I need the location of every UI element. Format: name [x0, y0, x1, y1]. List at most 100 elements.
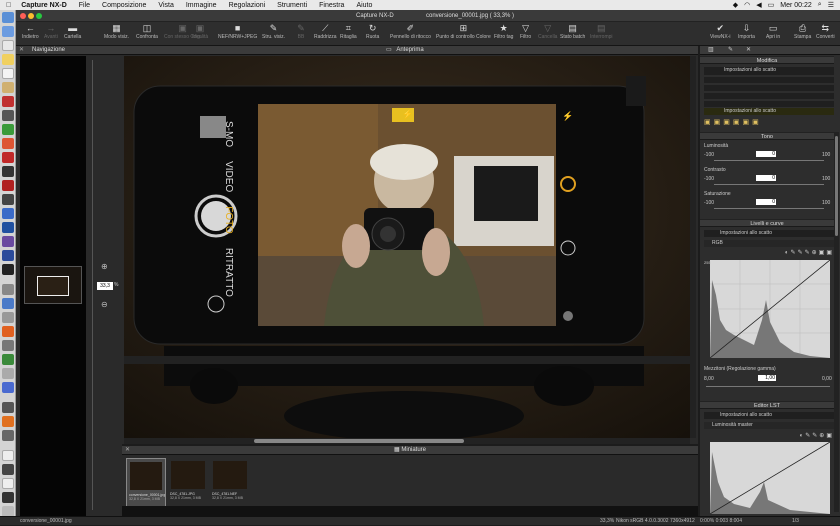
back-button[interactable]: ← Indietro — [22, 24, 39, 41]
import-button[interactable]: ⇩ Importa — [738, 24, 755, 41]
app-icon-7[interactable] — [2, 250, 14, 261]
calendar-icon[interactable] — [2, 68, 14, 79]
menu-list-icon[interactable]: ☰ — [828, 1, 834, 9]
app-icon-17[interactable] — [2, 402, 14, 413]
app-camera-icon[interactable] — [2, 110, 14, 121]
menu-app[interactable]: Capture NX-D — [17, 2, 73, 9]
forward-button[interactable]: → Avanti — [44, 24, 58, 41]
menu-composizione[interactable]: Composizione — [96, 2, 152, 9]
navigation-thumbnail[interactable] — [24, 266, 82, 304]
adjust-scroll-thumb[interactable] — [835, 136, 838, 236]
app-icon-9[interactable] — [2, 284, 14, 295]
contrast-value[interactable]: 0 — [756, 175, 776, 181]
messages-icon[interactable] — [2, 124, 14, 135]
view-tools-button[interactable]: ✎ Stru. visiz. — [262, 24, 285, 41]
thumb-item[interactable]: DSC_4781.NEF 32,8 X 21mm, 3 MB — [210, 458, 250, 508]
app-icon-15[interactable] — [2, 368, 14, 379]
menu-file[interactable]: File — [73, 2, 96, 9]
acrobat-icon[interactable] — [2, 180, 14, 191]
app-icon-12[interactable] — [2, 326, 14, 337]
rotate-button[interactable]: ↻ Ruota — [366, 24, 379, 41]
levels-preset-select[interactable]: Impostazioni allo scatto — [704, 230, 834, 237]
close-window-button[interactable] — [20, 13, 26, 19]
finder-icon[interactable] — [2, 12, 14, 23]
straighten-button[interactable]: ⟋ Raddrizza — [314, 24, 337, 41]
search-icon[interactable]: ⌕ — [818, 1, 822, 9]
ideal-button[interactable]: ▣ Idealità — [192, 24, 208, 41]
app-icon-1[interactable] — [2, 152, 14, 163]
view-mode-button[interactable]: ▦ Modo visiz. — [104, 24, 129, 41]
dropbox-icon[interactable]: ◆ — [733, 1, 738, 9]
nef-jpeg-button[interactable]: ■ NEF/NRW+JPEG — [218, 24, 257, 41]
volume-icon[interactable]: ◀ — [756, 1, 761, 9]
preview-vscroll[interactable] — [690, 56, 696, 438]
midtones-slider[interactable] — [706, 386, 830, 387]
menu-finestra[interactable]: Finestra — [313, 2, 350, 9]
adjust-slot-2[interactable] — [704, 85, 834, 91]
filter-button[interactable]: ▽ Filtro — [520, 24, 531, 41]
menu-aiuto[interactable]: Aiuto — [350, 2, 378, 9]
app-icon-18[interactable] — [2, 430, 14, 441]
preview-hscroll-thumb[interactable] — [254, 439, 464, 443]
saturation-value[interactable]: 0 — [756, 199, 776, 205]
menu-immagine[interactable]: Immagine — [180, 2, 223, 9]
histogram[interactable] — [709, 259, 831, 359]
notes-icon[interactable] — [2, 54, 14, 65]
open-in-button[interactable]: ▭ Apri in — [766, 24, 780, 41]
lst-channel-select[interactable]: Luminosità master — [704, 422, 834, 429]
close-icon[interactable]: ✕ — [19, 46, 24, 55]
brush-button[interactable]: ✐ Pennello di ritocco — [390, 24, 431, 41]
launchpad-icon[interactable] — [2, 26, 14, 37]
convert-button[interactable]: ⇆ Converti — [816, 24, 835, 41]
contacts-icon[interactable] — [2, 82, 14, 93]
zoom-out-icon[interactable]: ⊖ — [101, 300, 108, 309]
viewnx-button[interactable]: ✔ ViewNX-i — [710, 24, 730, 41]
tab-metadata-icon[interactable]: ▥ — [708, 46, 714, 53]
menu-regolazioni[interactable]: Regolazioni — [223, 2, 272, 9]
tab-edit-icon[interactable]: ✎ — [728, 46, 733, 53]
app-icon-6[interactable] — [2, 236, 14, 247]
zoom-value[interactable]: 33,3 — [97, 282, 113, 290]
color-point-button[interactable]: ⊞ Punto di controllo Colore — [436, 24, 491, 41]
luminosity-value[interactable]: 0 — [756, 151, 776, 157]
folder-button[interactable]: ▬ Cartella — [64, 24, 81, 41]
adjust-slot-4[interactable] — [704, 101, 834, 107]
channel-select[interactable]: RGB — [704, 240, 834, 247]
compare-button[interactable]: ◫ Confronta — [136, 24, 158, 41]
app-icon-2[interactable] — [2, 166, 14, 177]
adjust-preset-select[interactable]: Impostazioni allo scatto — [704, 67, 834, 75]
minimize-window-button[interactable] — [28, 13, 34, 19]
app-icon-4[interactable] — [2, 208, 14, 219]
apple-icon[interactable]:  — [0, 2, 17, 9]
thumb-item[interactable]: conversione_00001.jpg 32,8 X 21mm, 3 MB — [126, 458, 166, 508]
zoom-window-button[interactable] — [36, 13, 42, 19]
app-icon-14[interactable] — [2, 354, 14, 365]
adjust-slot-1[interactable] — [704, 77, 834, 83]
app-icon-10[interactable] — [2, 298, 14, 309]
delete-button[interactable]: ▽ Cancella — [538, 24, 557, 41]
zoom-track[interactable] — [92, 60, 93, 510]
adjust-preset-2[interactable]: Impostazioni allo scatto — [704, 108, 834, 115]
levels-tool-icons[interactable]: ◐✎✎✎⊕▣▣ — [704, 249, 834, 256]
safari-icon[interactable] — [2, 40, 14, 51]
lst-tool-icons[interactable]: ◐✎✎⊕▣ — [704, 432, 834, 439]
app-icon-5[interactable] — [2, 222, 14, 233]
app-icon-3[interactable] — [2, 194, 14, 205]
adjust-tool-icons[interactable]: ▣▣▣▣▣▣ — [704, 118, 834, 126]
menu-vista[interactable]: Vista — [152, 2, 179, 9]
contrast-slider[interactable] — [714, 184, 824, 185]
app-icon-13[interactable] — [2, 340, 14, 351]
adjust-slot-3[interactable] — [704, 93, 834, 99]
tab-tools-icon[interactable]: ✕ — [746, 46, 751, 53]
preview-image[interactable]: S-MO VIDEO FOTO RITRATTO ⚡ ⚡ — [124, 56, 690, 438]
doc-icon-1[interactable] — [2, 450, 14, 461]
preview-hscroll[interactable] — [124, 438, 690, 444]
tag-filter-button[interactable]: ★ Filtro tag — [494, 24, 513, 41]
image-icon-1[interactable] — [2, 464, 14, 475]
chrome-icon[interactable] — [2, 138, 14, 149]
zoom-in-icon[interactable]: ⊕ — [101, 262, 108, 271]
adjust-scrollbar[interactable] — [834, 132, 839, 512]
clock[interactable]: Mer 00:22 — [780, 2, 812, 9]
print-button[interactable]: ⎙ Stampa — [794, 24, 811, 41]
crop-button[interactable]: ⌗ Ritaglia — [340, 24, 357, 41]
